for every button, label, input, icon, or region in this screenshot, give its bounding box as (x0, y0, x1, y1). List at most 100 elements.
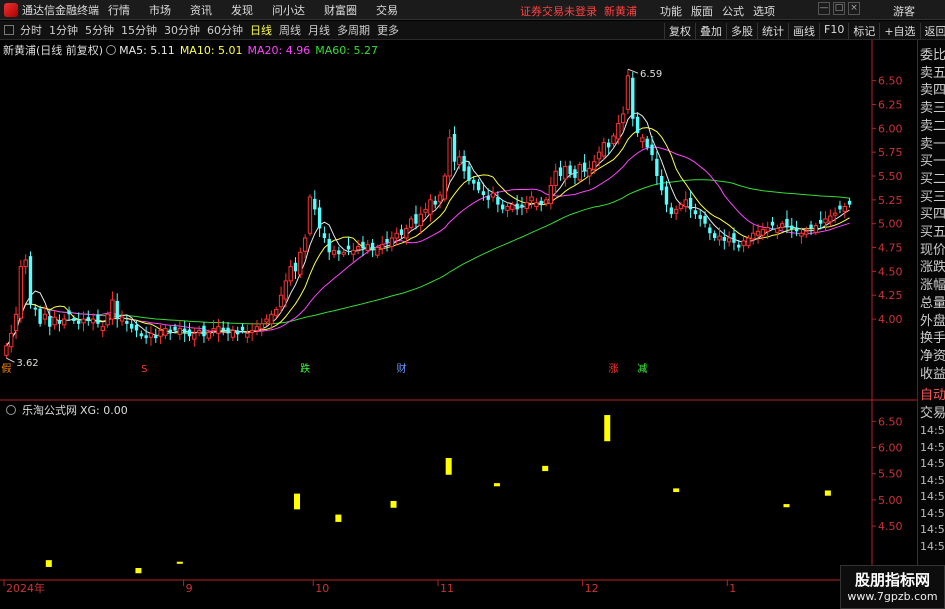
y-tick-label: 5.00 (878, 218, 903, 231)
candle-body-down (399, 229, 404, 236)
period-tab[interactable]: 60分钟 (207, 22, 243, 38)
maximize-icon[interactable]: □ (833, 2, 845, 15)
side-label: 现价 (920, 242, 945, 258)
period-tab-more[interactable]: 更多 (377, 22, 399, 38)
candle-body-up (9, 332, 14, 348)
tool-back[interactable]: 返回 (919, 23, 945, 39)
period-tab[interactable]: 30分钟 (164, 22, 200, 38)
menu-market[interactable]: 市场 (149, 2, 171, 18)
indicator-value: XG: 0.00 (80, 403, 128, 417)
candle-body-up (490, 192, 496, 198)
close-icon[interactable]: × (848, 2, 860, 15)
candle-body-up (611, 135, 616, 145)
candle-body-up (804, 230, 809, 235)
tool-multi[interactable]: 多股 (726, 23, 757, 39)
candle-body-up (404, 227, 409, 239)
auto-label[interactable]: 自动 (920, 384, 945, 403)
candle-body-up (423, 208, 428, 213)
trade-label[interactable]: 交易 (920, 402, 945, 421)
tool-overlay[interactable]: 叠加 (695, 23, 726, 39)
candle-body-down (139, 333, 144, 337)
candle-body-up (283, 280, 289, 300)
candle-body-up (230, 330, 236, 338)
menu-ask[interactable]: 问小达 (272, 2, 305, 18)
candle-body-down (28, 256, 33, 305)
tool-add-watch[interactable]: +自选 (879, 23, 919, 39)
login-status: 证券交易未登录 新黄浦 (520, 5, 637, 18)
tool-draw[interactable]: 画线 (788, 23, 819, 39)
candle-body-down (631, 77, 635, 119)
tool-adjust[interactable]: 复权 (664, 23, 695, 39)
guest-label[interactable]: 游客 (893, 3, 915, 19)
candle-body-down (129, 323, 134, 329)
candle-body-up (726, 237, 732, 243)
candle-body-down (414, 214, 418, 224)
side-label: 卖四 (920, 83, 945, 99)
candle-body-down (655, 158, 659, 176)
signal-bar (335, 514, 342, 522)
candle-body-down (385, 238, 389, 243)
candle-body-up (355, 246, 361, 250)
candle-body-down (144, 335, 148, 339)
settings-gear-icon[interactable] (106, 45, 117, 55)
period-tab-active[interactable]: 日线 (250, 22, 272, 38)
period-tab[interactable]: 5分钟 (85, 22, 114, 38)
signal-bar (604, 415, 611, 442)
candle-body-up (592, 161, 597, 170)
period-tab[interactable]: 1分钟 (49, 22, 78, 38)
tool-mark[interactable]: 标记 (848, 23, 879, 39)
candle-body-down (226, 327, 230, 334)
menu-wealth[interactable]: 财富圈 (324, 2, 357, 18)
side-label: 买五 (920, 225, 945, 240)
tool-f10[interactable]: F10 (819, 23, 848, 39)
candle-body-up (4, 345, 9, 356)
candle-body-up (211, 328, 216, 332)
candle-body-up (620, 113, 626, 124)
period-tab[interactable]: 分时 (20, 22, 42, 38)
candle-body-up (823, 218, 828, 224)
side-label: 卖二 (920, 118, 945, 134)
candle-body-up (529, 196, 534, 202)
menu-quotes[interactable]: 行情 (108, 2, 130, 18)
menu-formula[interactable]: 公式 (722, 3, 744, 19)
period-toolbar: 分时 1分钟 5分钟 15分钟 30分钟 60分钟 日线 周线 月线 多周期 更… (0, 21, 945, 40)
candle-body-down (452, 134, 457, 162)
candle-body-down (732, 233, 736, 243)
tick-time: 14:56 (920, 473, 945, 487)
ma10-label: MA10: 5.01 (179, 43, 243, 57)
candle-body-up (216, 326, 221, 334)
candle-body-down (539, 200, 543, 205)
candle-body-down (317, 207, 322, 229)
period-tab[interactable]: 周线 (279, 22, 301, 38)
period-tab[interactable]: 月线 (308, 22, 330, 38)
menu-options[interactable]: 选项 (753, 3, 775, 19)
minimize-icon[interactable]: — (818, 2, 830, 15)
settings-gear-icon[interactable] (6, 405, 16, 415)
tool-stats[interactable]: 统计 (757, 23, 788, 39)
candlestick-chart[interactable]: 4.00 4.25 4.50 4.75 5.00 5.25 5.50 5.75 6.00 6.25… (0, 40, 917, 609)
menu-layout[interactable]: 版面 (691, 3, 713, 19)
period-tab[interactable]: 15分钟 (121, 22, 157, 38)
event-marker: 跌 (300, 362, 310, 375)
candle-body-down (202, 325, 206, 337)
candle-body-up (365, 244, 370, 251)
period-tab[interactable]: 多周期 (337, 22, 370, 38)
menu-function[interactable]: 功能 (660, 3, 682, 19)
candle-body-down (794, 227, 799, 232)
menu-discover[interactable]: 发现 (231, 2, 253, 18)
event-marker: 假 (1, 362, 11, 375)
candle-body-up (245, 332, 250, 338)
candle-body-up (23, 259, 28, 268)
candle-body-up (596, 151, 602, 160)
layout-square-icon[interactable] (4, 25, 14, 35)
y-tick-label: 5.75 (878, 146, 903, 159)
menu-trade[interactable]: 交易 (376, 2, 398, 18)
candle-body-up (177, 328, 183, 335)
candle-body-up (755, 230, 761, 236)
candle-body-down (698, 215, 702, 219)
candle-body-down (96, 314, 100, 324)
candle-body-up (206, 331, 211, 339)
menu-news[interactable]: 资讯 (190, 2, 212, 18)
candle-body-down (472, 179, 476, 184)
candle-body-up (775, 227, 780, 233)
